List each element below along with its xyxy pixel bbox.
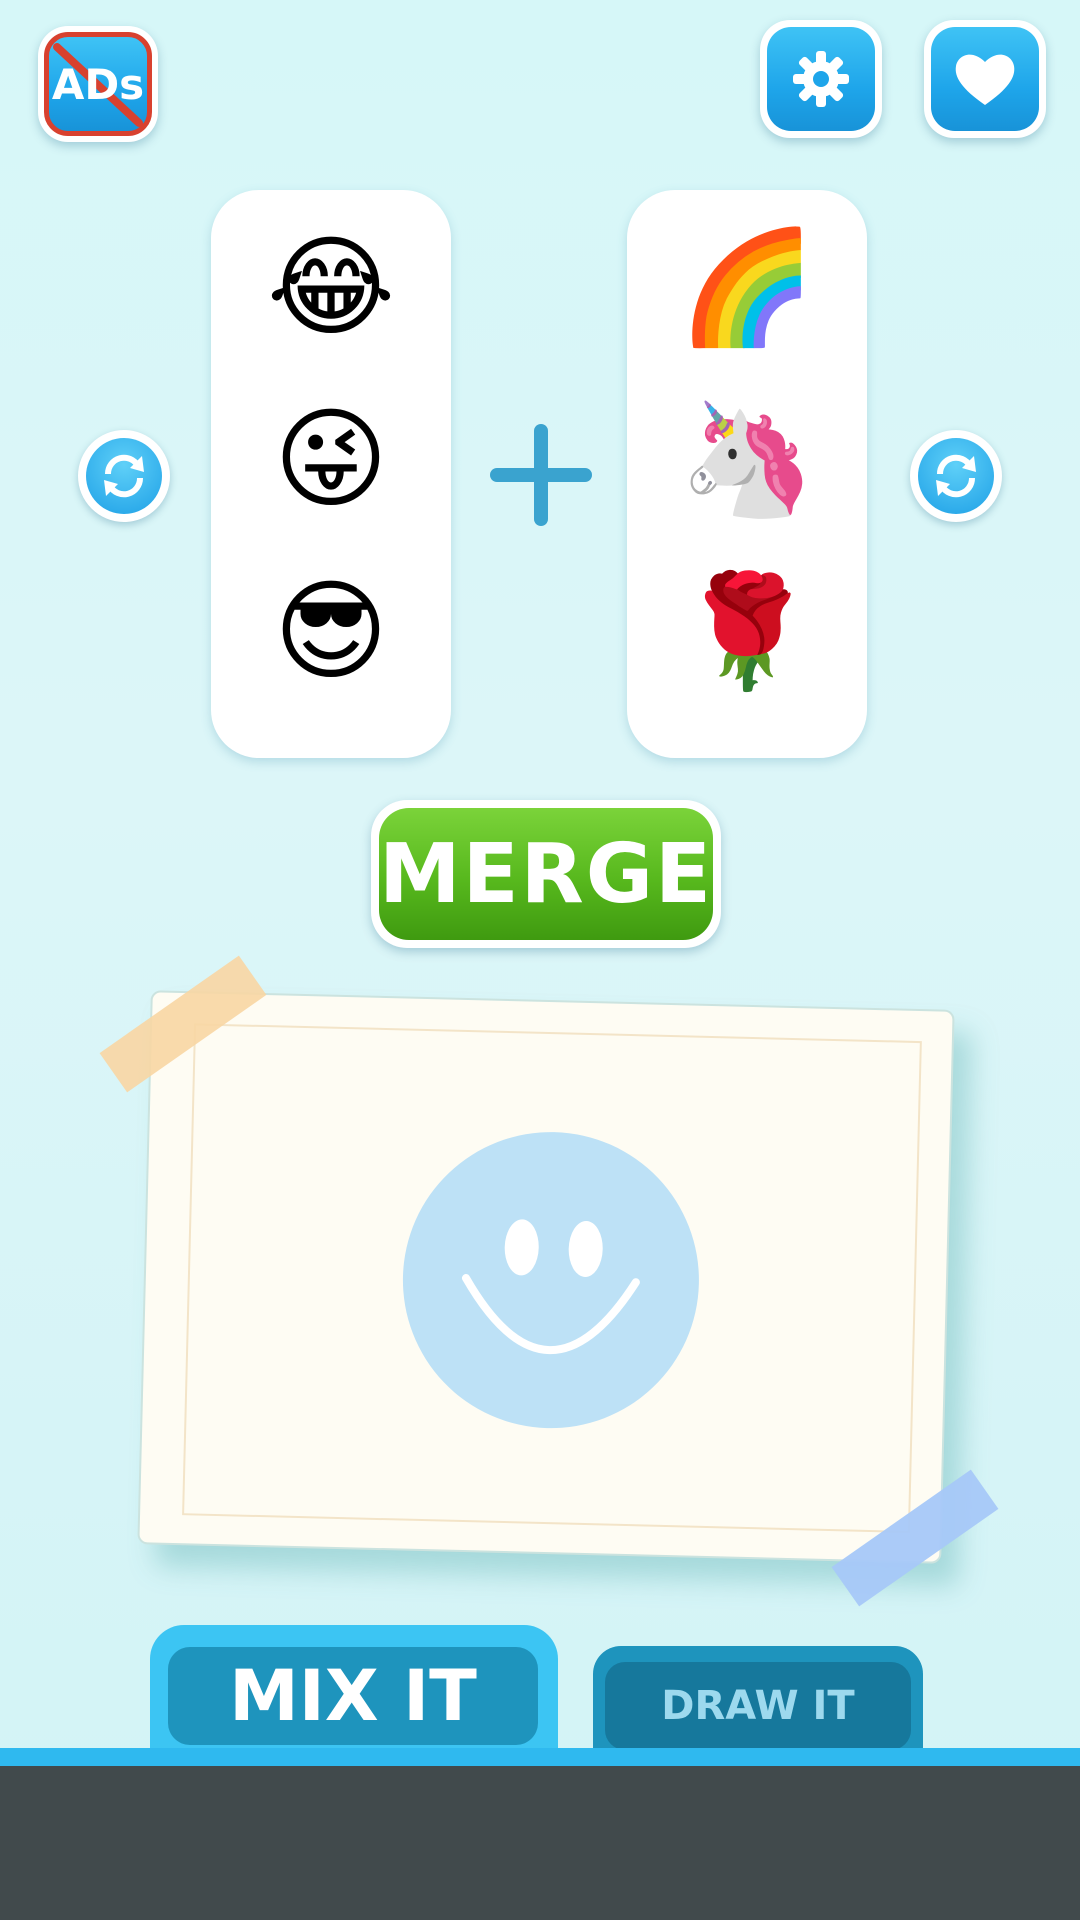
settings-button[interactable] <box>760 20 882 138</box>
emoji-option[interactable]: 🌹 <box>679 576 816 686</box>
refresh-right-button[interactable] <box>910 430 1002 522</box>
tab-draw-it[interactable]: DRAW IT <box>593 1646 923 1756</box>
emoji-option[interactable]: 😎 <box>274 576 389 686</box>
result-card <box>137 990 955 1564</box>
refresh-left-button[interactable] <box>78 430 170 522</box>
emoji-option[interactable]: 🌈 <box>679 232 816 342</box>
heart-icon <box>955 54 1015 105</box>
merge-button-frame: MERGE <box>371 800 721 948</box>
merge-button[interactable]: MERGE <box>379 808 713 940</box>
bottom-area <box>0 1766 1080 1920</box>
emoji-option[interactable]: 😜 <box>274 404 389 514</box>
plus-icon <box>490 424 592 526</box>
left-emoji-column: 😂 😜 😎 <box>211 190 451 758</box>
emoji-option[interactable]: 🦄 <box>679 404 816 514</box>
favorites-button[interactable] <box>924 20 1046 138</box>
refresh-icon <box>104 454 144 498</box>
ads-label: ADs <box>51 59 145 109</box>
right-emoji-column: 🌈 🦄 🌹 <box>627 190 867 758</box>
emoji-option[interactable]: 😂 <box>267 232 396 342</box>
tab-mix-it[interactable]: MIX IT <box>150 1625 558 1760</box>
remove-ads-button[interactable]: ADs <box>38 26 158 142</box>
smiley-face-icon <box>402 1132 699 1429</box>
refresh-icon <box>936 454 976 498</box>
tab-draw-it-label: DRAW IT <box>605 1662 911 1750</box>
tab-bar-strip <box>0 1748 1080 1766</box>
tab-mix-it-label: MIX IT <box>168 1647 538 1745</box>
gear-icon <box>793 51 849 107</box>
